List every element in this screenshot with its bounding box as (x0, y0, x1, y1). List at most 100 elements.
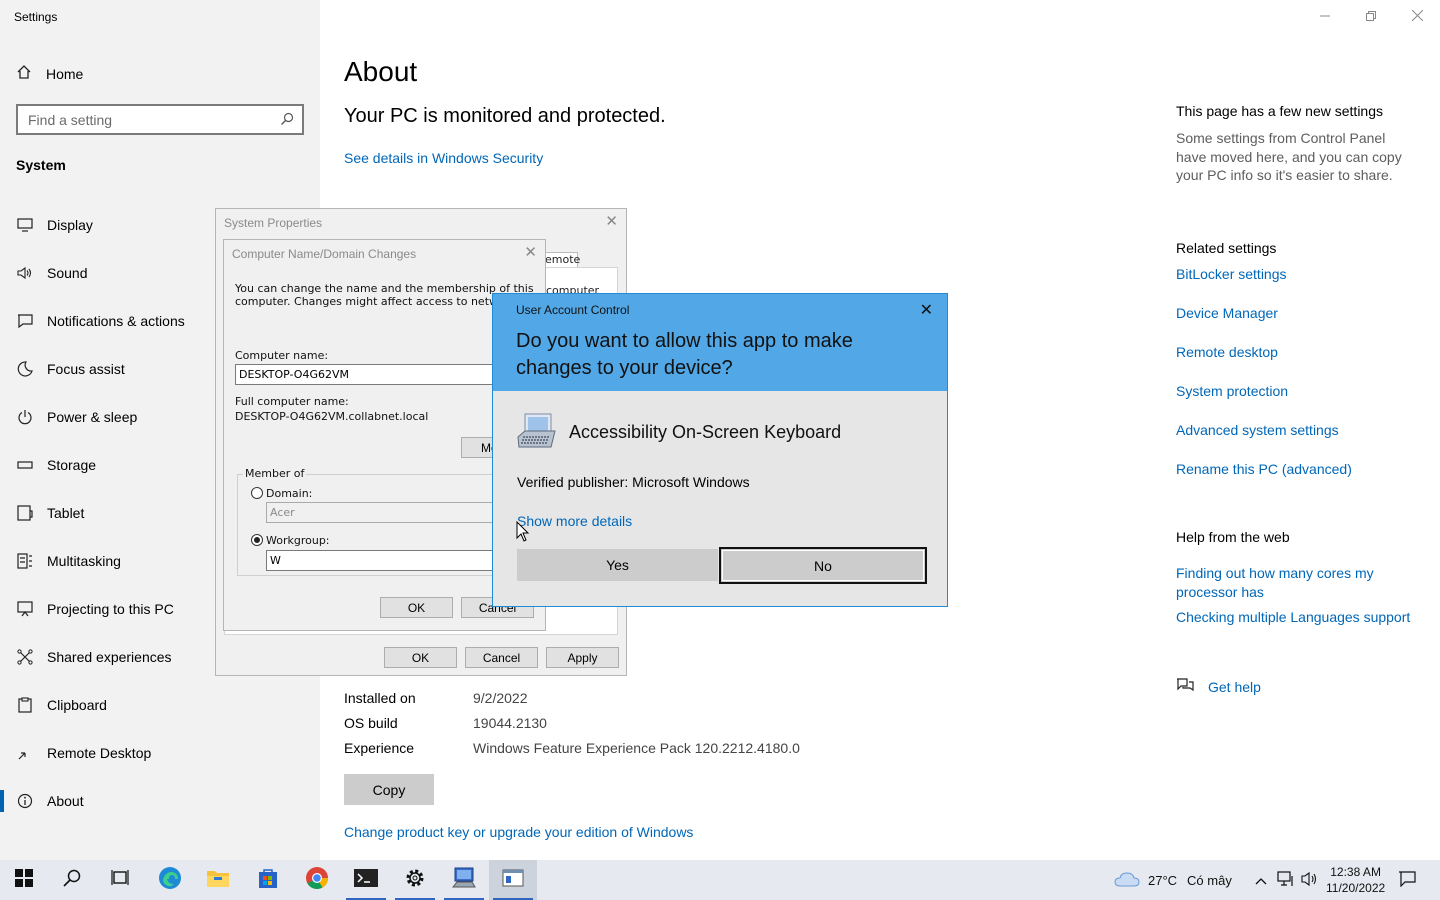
chrome-icon (305, 866, 329, 895)
languages-help-link[interactable]: Checking multiple Languages support (1176, 609, 1410, 625)
remote-desktop-link[interactable]: Remote desktop (1176, 344, 1278, 360)
sidebar-item-focus-assist[interactable]: Focus assist (16, 358, 125, 380)
sidebar-item-label: Storage (47, 457, 97, 473)
yes-button[interactable]: Yes (517, 549, 718, 581)
file-explorer-button[interactable] (194, 860, 242, 900)
settings-taskbar-button[interactable] (391, 860, 439, 900)
spec-row-os-build: OS build 19044.2130 (344, 715, 547, 733)
monitor-icon (16, 217, 34, 233)
tablet-icon (16, 505, 34, 521)
store-button[interactable] (244, 860, 292, 900)
network-icon (1277, 870, 1295, 890)
full-name-value: DESKTOP-O4G62VM.collabnet.local (235, 410, 429, 423)
show-hidden-icons-button[interactable] (1255, 860, 1267, 900)
sidebar-item-display[interactable]: Display (16, 214, 93, 236)
shared-icon (16, 649, 34, 665)
rename-pc-link[interactable]: Rename this PC (advanced) (1176, 461, 1352, 477)
tab-remote[interactable]: emote (542, 252, 580, 268)
network-button[interactable] (1277, 860, 1295, 900)
spec-value: 9/2/2022 (473, 690, 528, 706)
workgroup-radio[interactable] (251, 534, 263, 546)
sidebar-item-label: Focus assist (47, 361, 125, 377)
sidebar-item-tablet[interactable]: Tablet (16, 502, 84, 524)
sidebar-item-shared-experiences[interactable]: Shared experiences (16, 646, 172, 668)
get-help-link[interactable]: Get help (1208, 679, 1261, 695)
action-center-button[interactable] (1398, 860, 1416, 900)
sidebar-item-label: Sound (47, 265, 88, 281)
close-icon[interactable]: ✕ (524, 243, 537, 261)
sidebar-item-multitasking[interactable]: Multitasking (16, 550, 121, 572)
description-line: computer. Changes might affect access to… (235, 295, 536, 308)
edge-icon (158, 866, 182, 895)
copy-button[interactable]: Copy (344, 774, 434, 805)
notification-icon (1398, 870, 1416, 890)
uac-header: User Account Control ✕ Do you want to al… (493, 294, 947, 391)
sidebar-item-label: Tablet (47, 505, 85, 521)
chrome-button[interactable] (293, 860, 341, 900)
close-icon (1411, 8, 1423, 24)
minimize-button[interactable] (1302, 4, 1348, 28)
windows-logo-icon (15, 868, 33, 892)
system-protection-link[interactable]: System protection (1176, 383, 1288, 399)
keyboard-app-icon (517, 413, 557, 456)
sidebar-item-label: Remote Desktop (47, 745, 152, 761)
no-button[interactable]: No (719, 547, 927, 584)
sidebar-item-remote-desktop[interactable]: Remote Desktop (16, 742, 151, 764)
sidebar-item-label: Notifications & actions (47, 313, 185, 329)
get-help-row[interactable]: Get help (1176, 677, 1261, 696)
close-window-button[interactable] (1394, 4, 1440, 28)
close-icon[interactable]: ✕ (920, 300, 933, 320)
dialog-title: Computer Name/Domain Changes (232, 247, 417, 261)
weather-widget[interactable]: 27°C Có mây (1114, 860, 1232, 900)
search-input[interactable]: Find a setting (16, 104, 304, 135)
restore-button[interactable] (1348, 4, 1394, 28)
start-button[interactable] (0, 860, 48, 900)
windows-security-link[interactable]: See details in Windows Security (344, 150, 543, 166)
bitlocker-link[interactable]: BitLocker settings (1176, 266, 1287, 282)
home-icon (16, 64, 34, 84)
domain-radio[interactable] (251, 487, 263, 499)
cancel-button[interactable]: Cancel (465, 647, 538, 668)
close-icon[interactable]: ✕ (605, 212, 618, 230)
on-screen-keyboard-taskbar-button[interactable] (489, 860, 537, 900)
clock-date: 11/20/2022 (1326, 881, 1386, 895)
new-settings-desc: Some settings from Control Panel have mo… (1176, 130, 1402, 183)
sidebar-item-power-sleep[interactable]: Power & sleep (16, 406, 137, 428)
taskbar: 27°C Có mây 12:38 AM 11/20/2022 (0, 860, 1440, 900)
task-view-button[interactable] (96, 860, 144, 900)
spec-key: Experience (344, 740, 415, 756)
home-nav-item[interactable]: Home (16, 64, 83, 84)
spec-key: OS build (344, 715, 398, 731)
change-product-key-link[interactable]: Change product key or upgrade your editi… (344, 824, 693, 840)
projecting-icon (16, 601, 34, 617)
active-indicator (0, 790, 4, 812)
sidebar-item-storage[interactable]: Storage (16, 454, 96, 476)
advanced-system-settings-link[interactable]: Advanced system settings (1176, 422, 1339, 438)
sidebar-item-notifications[interactable]: Notifications & actions (16, 310, 185, 332)
spec-value: Windows Feature Experience Pack 120.2212… (473, 740, 800, 756)
volume-button[interactable] (1301, 860, 1319, 900)
uac-publisher: Verified publisher: Microsoft Windows (517, 474, 750, 490)
cores-help-link[interactable]: Finding out how many cores my processor … (1176, 564, 1396, 601)
sidebar-item-sound[interactable]: Sound (16, 262, 87, 284)
sidebar-item-projecting[interactable]: Projecting to this PC (16, 598, 174, 620)
storage-icon (16, 457, 34, 473)
computer-name-label: Computer name: (235, 349, 329, 362)
ok-button[interactable]: OK (380, 597, 453, 618)
taskbar-search-button[interactable] (48, 860, 96, 900)
clock[interactable]: 12:38 AM 11/20/2022 (1326, 860, 1385, 900)
terminal-button[interactable] (342, 860, 390, 900)
cloud-icon (1114, 871, 1140, 890)
moon-icon (16, 361, 34, 377)
sidebar-item-about[interactable]: About (16, 790, 84, 812)
speaker-icon (16, 265, 34, 281)
sidebar-item-clipboard[interactable]: Clipboard (16, 694, 107, 716)
restore-icon (1366, 8, 1376, 24)
device-manager-link[interactable]: Device Manager (1176, 305, 1278, 321)
computer-name-field[interactable]: DESKTOP-O4G62VM (235, 364, 535, 385)
show-more-details-link[interactable]: Show more details (517, 513, 632, 529)
edge-browser-button[interactable] (146, 860, 194, 900)
ok-button[interactable]: OK (384, 647, 457, 668)
apply-button[interactable]: Apply (546, 647, 619, 668)
system-properties-taskbar-button[interactable] (440, 860, 488, 900)
